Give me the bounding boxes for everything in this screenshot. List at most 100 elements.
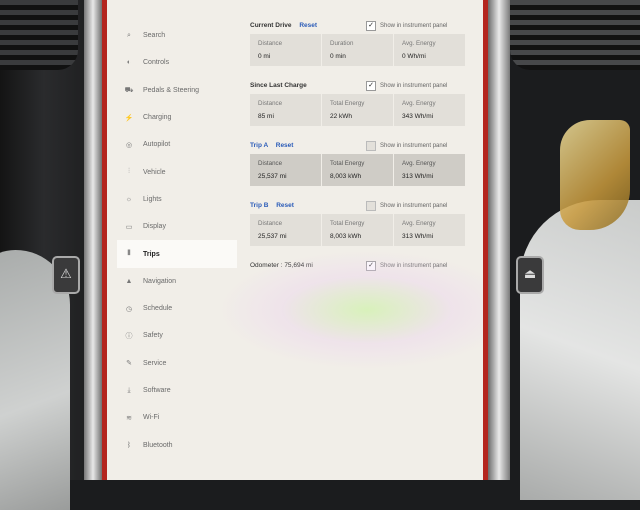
sidebar-item-label: Charging [143,114,172,122]
sidebar-item-label: Trips [143,250,160,258]
clock-icon: ◷ [125,305,133,313]
sidebar-item-label: Autopilot [143,141,171,149]
current-drive-stats: Distance 0 mi Duration 0 min Avg. Energy… [250,34,465,66]
sidebar-item-navigation[interactable]: ▲ Navigation [117,268,237,295]
air-vent-right [510,0,640,70]
trip-b-reset-button[interactable]: Reset [276,202,294,209]
hazard-warning-icon[interactable]: ⚠ [52,256,80,294]
sidebar-item-trips[interactable]: ⫴ Trips [117,240,237,268]
sidebar-item-label: Navigation [143,277,177,285]
trip-b-title: Trip B [250,202,269,209]
sidebar-item-autopilot[interactable]: ◎ Autopilot [117,131,237,158]
sidebar-item-software[interactable]: ⤓ Software [117,377,237,404]
stat-distance: Distance 25,537 mi [250,154,322,186]
current-drive-reset-button[interactable]: Reset [299,22,317,29]
checkbox-checked-icon: ✓ [366,21,376,31]
stat-value: 313 Wh/mi [402,233,434,240]
sidebar-item-charging[interactable]: ⚡ Charging [117,104,237,131]
sun-icon: ☼ [125,195,133,203]
stat-total-energy: Total Energy 22 kWh [322,94,394,126]
stat-value: 25,537 mi [258,173,287,180]
bolt-icon: ⚡ [124,114,134,122]
sidebar-item-search[interactable]: ⌕ Search [117,22,237,49]
toggle-icon: ◐ [126,59,132,67]
trip-a-title: Trip A [250,142,268,149]
checkbox-unchecked-icon [366,141,376,151]
stat-label: Duration [330,40,354,47]
trips-panel: Current Drive Reset ✓ Show in instrument… [250,18,465,274]
display-icon: ▭ [125,223,133,231]
sidebar-item-wi-fi[interactable]: ≋ Wi-Fi [117,404,237,431]
sidebar-item-label: Lights [143,195,162,203]
wrench-icon: ✎ [126,360,132,368]
sidebar-item-label: Service [143,359,167,367]
trip-b-show-checkbox[interactable]: Show in instrument panel [366,201,447,211]
chrome-trim-right [488,0,510,480]
odometer-row: Odometer : 75,694 mi ✓ Show in instrumen… [250,258,465,274]
stat-value: 343 Wh/mi [402,113,434,120]
air-vent-left [0,0,78,70]
sidebar-item-label: Bluetooth [143,441,173,449]
stat-avg-energy: Avg. Energy 343 Wh/mi [394,94,465,126]
settings-sidebar: ⌕ Search ◐ Controls ⛟ Pedals & Steering ⚡ Charg… [117,22,237,459]
sidebar-item-label: Controls [143,59,170,67]
show-in-panel-label: Show in instrument panel [380,23,448,29]
bezel-tag-left: RED/ORANGE [103,215,109,259]
odometer-label: Odometer : 75,694 mi [250,262,313,269]
chrome-trim-left [84,0,102,480]
stat-value: 8,003 kWh [330,233,362,240]
stat-duration: Duration 0 min [322,34,394,66]
wifi-icon: ≋ [126,414,132,422]
sidebar-item-vehicle[interactable]: ⫶ Vehicle [117,158,237,185]
stat-total-energy: Total Energy 8,003 kWh [322,214,394,246]
since-last-charge-title: Since Last Charge [250,82,307,89]
touchscreen: RED/ORANGE RED/ORANGE ⌕ Search ◐ Controls ⛟ P… [102,0,488,480]
stat-value: 85 mi [258,113,274,120]
stat-label: Total Energy [330,100,365,107]
seat-right [520,200,640,500]
show-in-panel-label: Show in instrument panel [380,143,448,149]
sidebar-item-label: Safety [143,332,163,340]
trip-b-stats: Distance 25,537 mi Total Energy 8,003 kW… [250,214,465,246]
sidebar-item-controls[interactable]: ◐ Controls [117,49,237,76]
trip-a-reset-button[interactable]: Reset [276,142,294,149]
download-icon: ⤓ [127,386,131,394]
info-circle-icon: ⓘ [125,332,133,340]
sliders-icon: ⫶ [128,168,130,176]
show-in-panel-label: Show in instrument panel [380,263,448,269]
stat-label: Total Energy [330,220,365,227]
show-in-panel-label: Show in instrument panel [380,83,448,89]
stat-avg-energy: Avg. Energy 0 Wh/mi [394,34,465,66]
trip-b-section: Trip B Reset Show in instrument panel Di… [250,198,465,246]
stat-avg-energy: Avg. Energy 313 Wh/mi [394,154,465,186]
current-drive-title: Current Drive [250,22,292,29]
sidebar-item-service[interactable]: ✎ Service [117,350,237,377]
show-in-panel-label: Show in instrument panel [380,203,448,209]
trip-a-show-checkbox[interactable]: Show in instrument panel [366,141,447,151]
sidebar-item-lights[interactable]: ☼ Lights [117,186,237,213]
sidebar-item-label: Vehicle [143,168,166,176]
sidebar-item-pedals-steering[interactable]: ⛟ Pedals & Steering [117,77,237,104]
sidebar-item-label: Wi-Fi [143,414,160,422]
sidebar-item-schedule[interactable]: ◷ Schedule [117,295,237,322]
sidebar-item-label: Schedule [143,305,173,313]
stat-distance: Distance 25,537 mi [250,214,322,246]
bezel-tag-right: RED/ORANGE [481,215,487,259]
checkbox-unchecked-icon [366,201,376,211]
stat-total-energy: Total Energy 8,003 kWh [322,154,394,186]
stat-avg-energy: Avg. Energy 313 Wh/mi [394,214,465,246]
stat-value: 0 min [330,53,346,60]
navigation-arrow-icon: ▲ [125,277,133,285]
sidebar-item-display[interactable]: ▭ Display [117,213,237,240]
odometer-show-checkbox[interactable]: ✓ Show in instrument panel [366,261,447,271]
bluetooth-icon: ᛒ [126,441,132,449]
glovebox-icon[interactable]: ⏏ [516,256,544,294]
stat-value: 0 mi [258,53,271,60]
current-drive-show-checkbox[interactable]: ✓ Show in instrument panel [366,21,447,31]
since-last-charge-show-checkbox[interactable]: ✓ Show in instrument panel [366,81,447,91]
sidebar-item-bluetooth[interactable]: ᛒ Bluetooth [117,431,237,458]
trip-a-section: Trip A Reset Show in instrument panel Di… [250,138,465,186]
stat-label: Avg. Energy [402,100,436,107]
since-last-charge-stats: Distance 85 mi Total Energy 22 kWh Avg. … [250,94,465,126]
sidebar-item-safety[interactable]: ⓘ Safety [117,322,237,349]
